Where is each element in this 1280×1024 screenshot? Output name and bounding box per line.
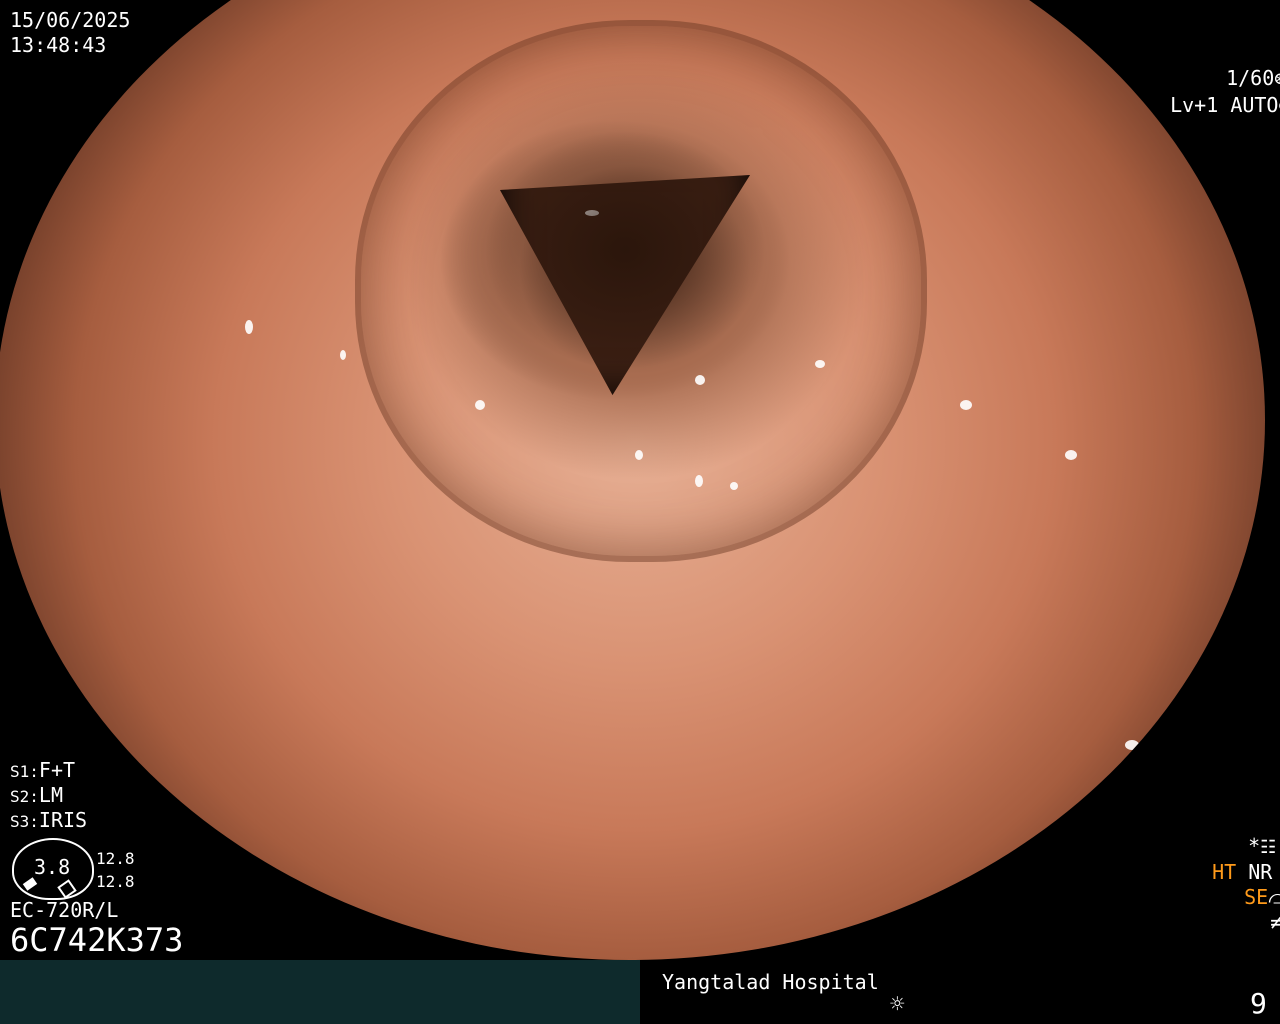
glint [695,475,703,487]
scale-top: 12.8 [96,849,135,868]
glint [585,210,599,216]
setting-value: IRIS [38,808,88,832]
setting-colon: : [29,787,39,806]
scope-model: EC-720R/L [10,898,119,922]
hospital-name: Yangtalad Hospital [662,970,879,994]
scope-serial: 6C742K373 [10,921,184,959]
glint [1065,450,1077,460]
setting-value: F+T [38,758,76,782]
setting-key: S2 [10,787,30,806]
glint [635,450,643,460]
exposure-line: Lv+1 AUTO⊚ [1146,69,1280,117]
setting-key: S1 [10,762,30,781]
setting-3: S3:IRIS [10,808,87,834]
patient-info-bar [0,960,640,1024]
sun-icon: ☼ [890,990,905,1018]
glint [340,350,346,360]
glint [960,400,972,410]
time: 13:48:43 [10,33,107,57]
setting-1: S1:F+T [10,758,75,784]
dial-value: 3.8 [34,855,71,879]
scale-bottom: 12.8 [96,872,135,891]
function-icon: ≠ [1270,910,1280,934]
glint [475,400,485,410]
dial-pointer-icon [22,877,38,891]
glint [815,360,825,368]
zoom-dial: 3.8 [12,838,94,900]
setting-colon: : [29,762,39,781]
lumen-opening [500,175,750,395]
setting-value: LM [38,783,63,807]
setting-key: S3 [10,812,30,831]
setting-colon: : [29,812,39,831]
glint [245,320,253,334]
hospital-bar: Yangtalad Hospital ☼ 9 [640,960,1280,1024]
frame-number: 9 [1250,987,1267,1020]
glint [1125,740,1139,750]
endoscope-image [0,0,1265,960]
setting-2: S2:LM [10,783,63,809]
dial-box-icon [57,879,77,899]
date: 15/06/2025 [10,8,131,32]
lumen-fold [355,20,927,562]
exposure-mode: AUTO [1230,93,1279,117]
glint [730,482,738,490]
level-value: Lv+1 [1170,93,1219,117]
glint [695,375,705,385]
function-indicator: ≠ [1246,886,1280,934]
